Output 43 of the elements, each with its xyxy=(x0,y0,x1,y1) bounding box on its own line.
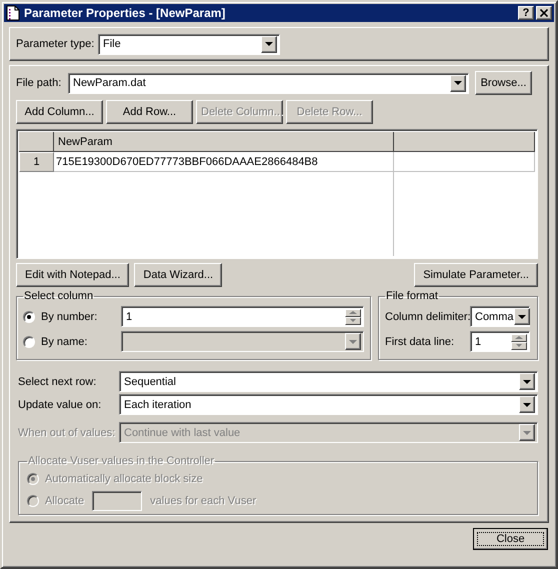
close-dialog-button[interactable]: Close xyxy=(473,528,548,550)
action-button[interactable]: Simulate Parameter... xyxy=(414,263,538,287)
group-title: Allocate Vuser values in the Controller xyxy=(27,455,216,467)
field-label: Column delimiter: xyxy=(385,310,470,322)
field-label: Update value on: xyxy=(17,398,102,410)
column-header[interactable] xyxy=(394,132,535,152)
close-icon xyxy=(540,9,548,17)
field-label: When out of values: xyxy=(17,426,116,438)
table-cell: 715E19300D670ED77773BBF066DAAAE2866484B8 xyxy=(54,152,394,172)
column-header[interactable]: NewParam xyxy=(54,132,394,152)
spin-up-button[interactable] xyxy=(511,334,527,342)
dropdown[interactable]: Sequential xyxy=(119,371,538,392)
field-label: Select next row: xyxy=(17,376,98,388)
dropdown[interactable]: File xyxy=(98,34,280,54)
field-label: File path: xyxy=(16,77,62,89)
action-button[interactable]: Data Wizard... xyxy=(134,263,222,287)
dropdown[interactable]: Comma xyxy=(470,306,530,327)
group-title: Select column xyxy=(23,290,94,302)
corner-header xyxy=(19,132,54,152)
field-label: First data line: xyxy=(385,336,456,348)
group-title: File format xyxy=(385,290,439,302)
field-label: values for each Vuser xyxy=(150,495,256,507)
window-title: Parameter Properties - [NewParam] xyxy=(24,6,226,20)
help-button[interactable]: ? xyxy=(518,6,534,20)
spin-field[interactable]: 1 xyxy=(470,331,530,352)
table-button[interactable]: Add Column... xyxy=(16,100,103,124)
row-header[interactable]: 1 xyxy=(19,152,54,172)
input-field[interactable] xyxy=(92,491,142,511)
document-icon xyxy=(6,5,20,21)
field-label: Parameter type: xyxy=(16,38,96,50)
close-button[interactable] xyxy=(536,6,552,20)
dropdown[interactable]: Each iteration xyxy=(119,394,538,415)
radio-label: By number: xyxy=(41,310,98,322)
spin-field[interactable]: 1 xyxy=(121,306,364,327)
browse-button[interactable]: Browse... xyxy=(475,71,532,95)
dropdown[interactable]: NewParam.dat xyxy=(68,72,469,94)
radio-label: Automatically allocate block size xyxy=(45,473,203,485)
table-button[interactable]: Add Row... xyxy=(106,100,193,124)
action-button[interactable]: Edit with Notepad... xyxy=(16,263,130,287)
radio-label: Allocate xyxy=(45,495,84,507)
radio-label: By name: xyxy=(41,336,88,348)
radio-button[interactable] xyxy=(23,310,35,322)
spin-up-button[interactable] xyxy=(345,308,361,316)
